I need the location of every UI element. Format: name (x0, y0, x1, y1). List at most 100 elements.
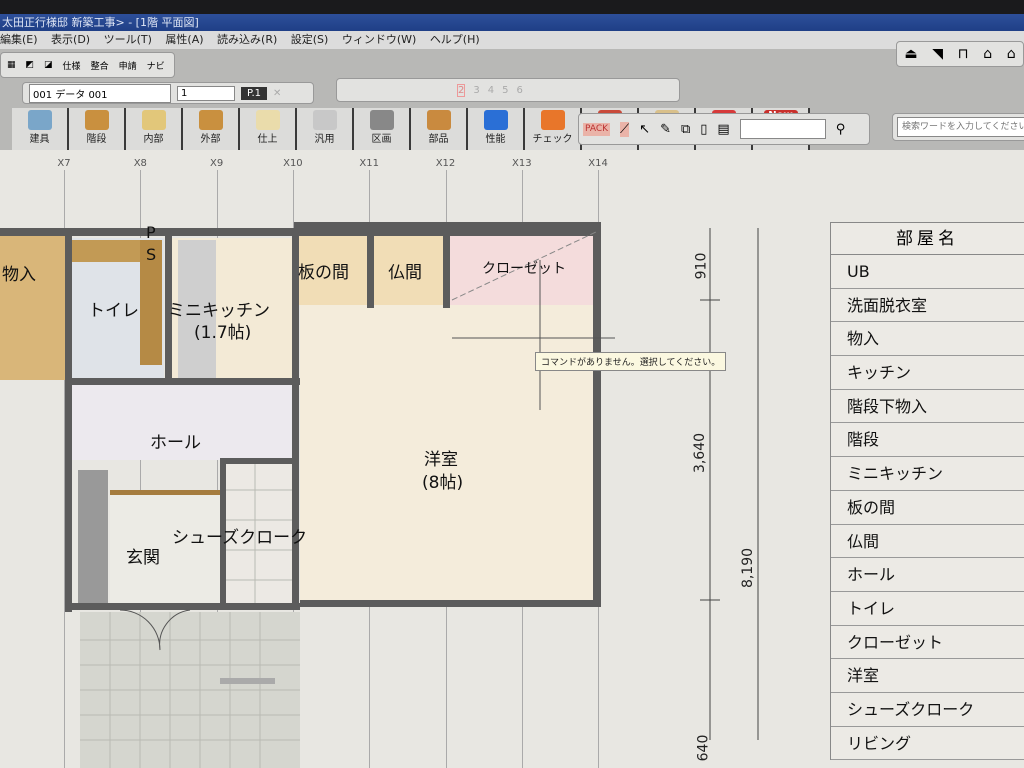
dimension-8190: 8,190 (740, 547, 757, 589)
room-name-table: 部屋名 UB 洗面脱衣室 物入 キッチン 階段下物入 階段 ミニキッチン 板の間 仏間 ホール トイ… (830, 222, 1024, 761)
tool-label: チェック (532, 134, 573, 145)
step-2[interactable]: 2 (457, 83, 466, 97)
tool-button-8[interactable]: 性能 (468, 108, 523, 150)
house-icon[interactable]: ⌂ (983, 46, 992, 62)
menu-settings[interactable]: 設定(S) (291, 33, 329, 46)
room-label-butsuma: 仏間 (388, 263, 422, 283)
navi-button[interactable]: ナビ (147, 59, 165, 72)
pen-select[interactable]: P.1 (241, 86, 268, 100)
wall-icon[interactable]: ◥ (932, 46, 943, 62)
select-icon[interactable]: ▤ (717, 122, 729, 137)
dimension-910: 910 (693, 252, 710, 280)
tooltip: コマンドがありません。選択してください。 (535, 352, 727, 371)
tool-button-9[interactable]: チェック (525, 108, 580, 150)
paste-icon[interactable]: ◪ (44, 60, 53, 70)
tool-icon (255, 110, 280, 130)
room-table-row[interactable]: 板の間 (831, 491, 1024, 525)
tool-icon (84, 110, 109, 130)
tool-icon (198, 110, 223, 130)
tool-button-7[interactable]: 部品 (411, 108, 466, 150)
tool-button-3[interactable]: 外部 (183, 108, 238, 150)
layer-toolbar: 001 データ 001 1 P.1 ✕ (22, 82, 314, 104)
edit-toolbar: PACK ⟋ ↖ ✎ ⧉ ▯ ▤ ⚲ (578, 113, 870, 145)
room-label-itanoma: 板の間 (298, 263, 349, 283)
line-tool-icon[interactable]: ⟋ (620, 121, 630, 137)
pack-button[interactable]: PACK (583, 122, 611, 136)
page-icon[interactable]: ▯ (700, 122, 707, 137)
room-table-row[interactable]: 洗面脱衣室 (831, 289, 1024, 323)
room-table-row[interactable]: 洋室 (831, 659, 1024, 693)
room-size-mini-kitchen: (1.7帖) (194, 323, 252, 343)
tool-button-5[interactable]: 汎用 (297, 108, 352, 150)
menu-edit[interactable]: 編集(E) (0, 33, 38, 46)
dimension-640: 640 (695, 734, 712, 762)
tool-icon (369, 110, 394, 130)
room-table-row[interactable]: 仏間 (831, 525, 1024, 559)
room-table-row[interactable]: ミニキッチン (831, 457, 1024, 491)
tool-button-4[interactable]: 仕上 (240, 108, 295, 150)
tool-label: 建具 (29, 134, 50, 145)
layer-select[interactable]: 001 データ 001 (29, 83, 171, 103)
menu-tools[interactable]: ツール(T) (104, 33, 152, 46)
room-table-row[interactable]: UB (831, 255, 1024, 289)
tool-label: 部品 (428, 134, 449, 145)
room-label-closet: クローゼット (482, 261, 566, 277)
tool-button-6[interactable]: 区画 (354, 108, 409, 150)
step-4[interactable]: 4 (488, 85, 494, 96)
transform-icon[interactable]: ⧉ (681, 122, 690, 137)
find-object-icon[interactable]: ⚲ (836, 122, 846, 137)
room-label-youshitsu: 洋室 (424, 450, 458, 470)
consistency-button[interactable]: 整合 (91, 59, 109, 72)
tool-icon (540, 110, 565, 130)
room-table-row[interactable]: リビング (831, 727, 1024, 761)
room-label-toilet: トイレ (88, 301, 139, 321)
tool-label: 汎用 (314, 134, 335, 145)
ps-label-s: S (146, 245, 157, 264)
step-6[interactable]: 6 (517, 85, 523, 96)
menu-help[interactable]: ヘルプ(H) (430, 33, 480, 46)
pointer-icon[interactable]: ↖ (639, 122, 650, 137)
tool-button-2[interactable]: 内部 (126, 108, 181, 150)
command-select[interactable] (739, 119, 826, 139)
room-label-hall: ホール (150, 433, 201, 453)
grid-icon[interactable]: ▦ (7, 60, 16, 70)
toolbar-small: ▦ ◩ ◪ 仕様 整合 申請 ナビ (0, 52, 175, 78)
tool-icon (312, 110, 337, 130)
storage-fill (0, 235, 65, 380)
menu-import[interactable]: 読み込み(R) (217, 33, 277, 46)
room-table-row[interactable]: クローゼット (831, 626, 1024, 660)
frame-icon[interactable]: ⊓ (958, 46, 969, 62)
room-table-row[interactable]: キッチン (831, 356, 1024, 390)
application-button[interactable]: 申請 (119, 59, 137, 72)
room-table-row[interactable]: ホール (831, 558, 1024, 592)
tool-button-1[interactable]: 階段 (69, 108, 124, 150)
tool-icon (483, 110, 508, 130)
room-size-youshitsu: (8帖) (422, 473, 464, 493)
tool-label: 内部 (143, 134, 164, 145)
room-table-row[interactable]: 物入 (831, 322, 1024, 357)
close-icon[interactable]: ✕ (273, 88, 281, 99)
menu-view[interactable]: 表示(D) (51, 33, 90, 46)
step-3[interactable]: 3 (473, 85, 479, 96)
room-table-row[interactable]: 階段 (831, 423, 1024, 458)
tool-label: 階段 (86, 134, 107, 145)
spec-button[interactable]: 仕様 (63, 59, 81, 72)
house-roof-icon[interactable]: ⌂ (1007, 46, 1016, 62)
tool-button-0[interactable]: 建具 (12, 108, 67, 150)
step-5[interactable]: 5 (502, 85, 508, 96)
copy-icon[interactable]: ◩ (26, 60, 35, 70)
room-table-row[interactable]: 階段下物入 (831, 390, 1024, 424)
menu-window[interactable]: ウィンドウ(W) (342, 33, 416, 46)
line-width-select[interactable]: 1 (177, 85, 235, 101)
room-table-row[interactable]: トイレ (831, 592, 1024, 626)
tool-icon (141, 110, 166, 130)
tool-label: 性能 (485, 134, 506, 145)
view-icon[interactable]: ⏏ (904, 46, 917, 62)
tool-label: 外部 (200, 134, 221, 145)
menu-attributes[interactable]: 属性(A) (165, 33, 203, 46)
search-panel (892, 113, 1024, 141)
search-input[interactable] (897, 117, 1024, 137)
room-table-row[interactable]: シューズクローク (831, 693, 1024, 727)
room-label-shoes-cloak: シューズクローク (172, 528, 308, 548)
eyedropper-icon[interactable]: ✎ (660, 122, 671, 137)
